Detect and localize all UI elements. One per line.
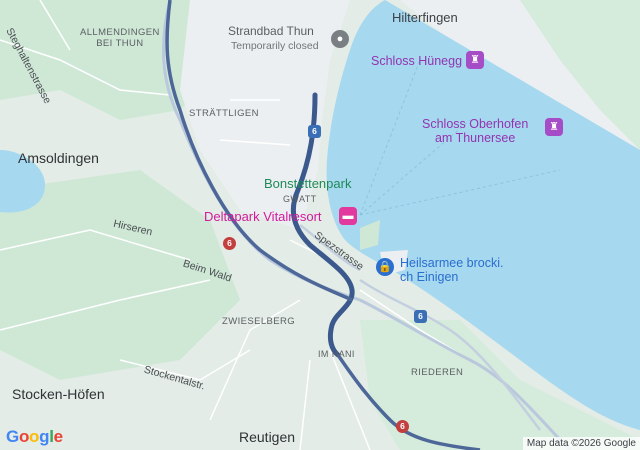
poi-schloss-oberhofen[interactable]: Schloss Oberhofen am Thunersee <box>422 117 528 146</box>
poi-deltapark[interactable]: Deltapark Vitalresort <box>204 209 322 225</box>
map-canvas[interactable]: Hilterfingen ALLMENDINGEN BEI THUN STRÄT… <box>0 0 640 450</box>
place-im-hani[interactable]: IM HANI <box>318 349 355 359</box>
lock-icon[interactable]: ● <box>331 30 349 48</box>
place-allmendingen[interactable]: ALLMENDINGEN BEI THUN <box>80 27 160 50</box>
place-gwatt[interactable]: GWATT <box>283 194 317 204</box>
route-shield-6: 6 <box>223 237 236 250</box>
poi-strandbad-status: Temporarily closed <box>231 40 319 52</box>
store-icon[interactable]: 🔒 <box>376 258 394 276</box>
route-shield-a6: 6 <box>414 310 427 323</box>
google-logo[interactable]: Google <box>6 427 63 447</box>
place-hilterfingen[interactable]: Hilterfingen <box>392 10 458 26</box>
poi-bonstettenpark[interactable]: Bonstettenpark <box>264 176 351 192</box>
poi-strandbad-thun[interactable]: Strandbad Thun <box>228 24 314 39</box>
route-shield-a6: 6 <box>308 125 321 138</box>
route-shield-6: 6 <box>396 420 409 433</box>
map-base-layer <box>0 0 640 450</box>
place-zwieselberg[interactable]: ZWIESELBERG <box>222 316 295 328</box>
map-attribution[interactable]: Map data ©2026 Google <box>522 437 640 450</box>
tower-icon[interactable]: ♜ <box>545 118 563 136</box>
place-stocken-hofen[interactable]: Stocken-Höfen <box>12 386 105 402</box>
place-amsoldingen[interactable]: Amsoldingen <box>18 150 99 166</box>
castle-icon[interactable]: ♜ <box>466 51 484 69</box>
hotel-icon[interactable]: ▬ <box>339 207 357 225</box>
place-riederen[interactable]: RIEDEREN <box>411 367 463 379</box>
place-strattligen[interactable]: STRÄTTLIGEN <box>189 108 259 120</box>
poi-schloss-huenegg[interactable]: Schloss Hünegg <box>371 54 462 68</box>
place-reutigen[interactable]: Reutigen <box>239 429 295 445</box>
poi-heilsarmee[interactable]: Heilsarmee brocki. ch Einigen <box>400 256 504 285</box>
